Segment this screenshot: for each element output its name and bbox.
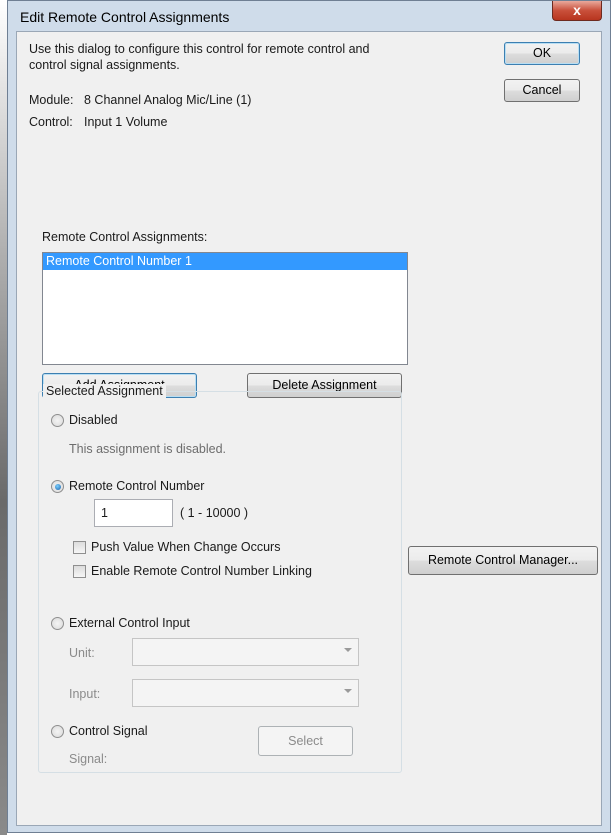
cancel-button[interactable]: Cancel — [504, 79, 580, 102]
select-signal-button[interactable]: Select — [258, 726, 353, 756]
close-button[interactable]: x — [552, 1, 602, 21]
unit-label: Unit: — [69, 646, 95, 660]
input-dropdown[interactable] — [132, 679, 359, 707]
remote-control-number-range: ( 1 - 10000 ) — [180, 506, 249, 520]
push-value-label[interactable]: Push Value When Change Occurs — [91, 540, 280, 554]
remote-control-number-radio[interactable] — [51, 480, 64, 493]
module-label: Module: — [29, 93, 74, 107]
remote-control-number-input[interactable]: 1 — [94, 499, 173, 527]
intro-text: Use this dialog to configure this contro… — [29, 41, 369, 73]
unit-dropdown[interactable] — [132, 638, 359, 666]
control-label: Control: — [29, 115, 73, 129]
disabled-radio-label[interactable]: Disabled — [69, 413, 118, 427]
external-control-input-label[interactable]: External Control Input — [69, 616, 190, 630]
selected-assignment-label: Selected Assignment — [43, 384, 166, 398]
input-label: Input: — [69, 687, 101, 701]
control-value: Input 1 Volume — [84, 115, 168, 129]
disabled-description: This assignment is disabled. — [69, 442, 227, 456]
module-value: 8 Channel Analog Mic/Line (1) — [84, 93, 252, 107]
push-value-checkbox[interactable] — [73, 541, 86, 554]
chevron-down-icon — [344, 648, 352, 652]
assignments-list[interactable]: Remote Control Number 1 — [42, 252, 408, 365]
assignments-label: Remote Control Assignments: — [42, 230, 208, 244]
enable-linking-checkbox[interactable] — [73, 565, 86, 578]
control-signal-label[interactable]: Control Signal — [69, 724, 148, 738]
close-icon: x — [573, 2, 581, 18]
ok-button[interactable]: OK — [504, 42, 580, 65]
dialog-window: Edit Remote Control Assignments x Use th… — [7, 0, 611, 833]
window-title: Edit Remote Control Assignments — [20, 9, 230, 25]
intro-line-2: control signal assignments. — [29, 58, 180, 72]
remote-control-number-radio-label[interactable]: Remote Control Number — [69, 479, 204, 493]
intro-line-1: Use this dialog to configure this contro… — [29, 42, 370, 56]
external-control-input-radio[interactable] — [51, 617, 64, 630]
background-window-edge — [0, 0, 7, 835]
chevron-down-icon — [344, 689, 352, 693]
disabled-radio[interactable] — [51, 414, 64, 427]
dialog-body: Use this dialog to configure this contro… — [16, 31, 602, 826]
enable-linking-label[interactable]: Enable Remote Control Number Linking — [91, 564, 312, 578]
signal-label: Signal: — [69, 752, 108, 766]
remote-control-manager-button[interactable]: Remote Control Manager... — [408, 546, 598, 575]
control-signal-radio[interactable] — [51, 725, 64, 738]
title-bar[interactable]: Edit Remote Control Assignments x — [8, 1, 610, 31]
list-item[interactable]: Remote Control Number 1 — [43, 253, 407, 270]
